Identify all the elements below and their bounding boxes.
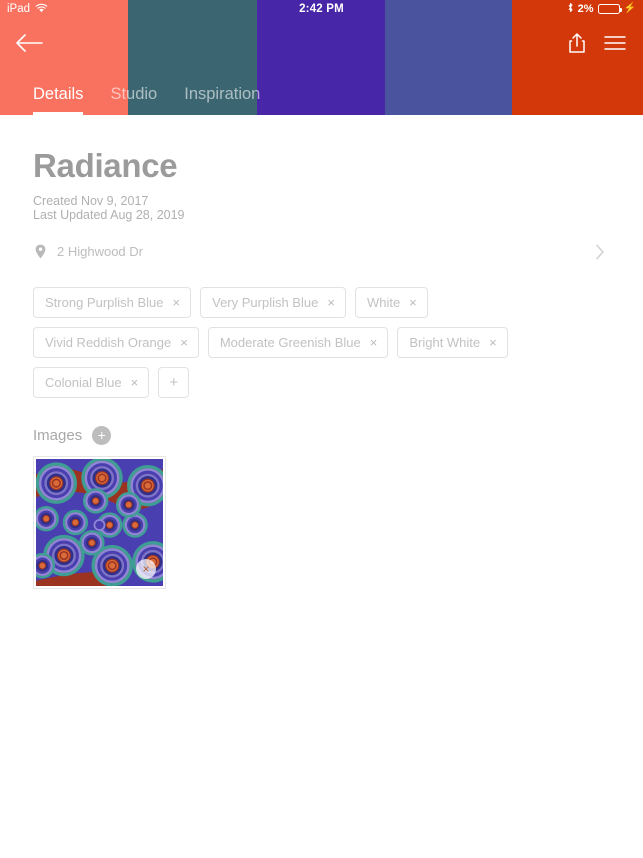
color-tag-label: Vivid Reddish Orange	[45, 334, 172, 350]
tab-inspiration[interactable]: Inspiration	[184, 85, 260, 115]
navigation-bar	[0, 18, 643, 68]
color-tag-chip[interactable]: White ×	[354, 286, 428, 318]
tab-details-label: Details	[33, 85, 84, 103]
close-icon[interactable]: ×	[409, 296, 417, 309]
app-header: iPad 2:42 PM 2% ⚡ Details Studio Inspira…	[0, 0, 643, 115]
color-tag-chip[interactable]: Moderate Greenish Blue ×	[207, 326, 389, 358]
color-tag-chip[interactable]: Strong Purplish Blue ×	[33, 286, 192, 318]
images-section-header: Images +	[33, 425, 610, 445]
color-tag-label: Bright White	[409, 334, 481, 350]
menu-button[interactable]	[604, 34, 626, 52]
close-icon[interactable]: ×	[131, 376, 139, 389]
plus-icon: +	[97, 427, 106, 444]
color-tag-chip[interactable]: Bright White ×	[397, 326, 508, 358]
status-bar: iPad 2:42 PM 2% ⚡	[0, 0, 643, 18]
map-pin-icon	[33, 244, 47, 259]
status-bar-time: 2:42 PM	[299, 3, 344, 15]
battery-icon	[597, 4, 622, 14]
back-button[interactable]	[0, 32, 44, 54]
close-icon[interactable]: ×	[173, 296, 181, 309]
share-button[interactable]	[568, 32, 586, 54]
add-color-tag-button[interactable]: +	[158, 366, 190, 398]
tab-inspiration-label: Inspiration	[184, 85, 261, 103]
hamburger-menu-icon	[604, 36, 626, 56]
close-icon[interactable]: ×	[180, 336, 188, 349]
close-icon[interactable]: ×	[489, 336, 497, 349]
location-address: 2 Highwood Dr	[57, 244, 143, 260]
spiral-artwork-thumbnail[interactable]: ×	[33, 455, 166, 589]
close-icon[interactable]: ×	[327, 296, 335, 309]
plus-icon: +	[169, 373, 179, 391]
details-panel: Radiance Created Nov 9, 2017 Last Update…	[0, 147, 643, 589]
tab-studio[interactable]: Studio	[110, 85, 157, 115]
color-tag-label: Strong Purplish Blue	[45, 294, 164, 310]
color-tag-list: Strong Purplish Blue × Very Purplish Blu…	[33, 286, 553, 398]
location-row[interactable]: 2 Highwood Dr	[33, 239, 610, 265]
navigation-actions	[568, 32, 643, 54]
color-tag-chip[interactable]: Very Purplish Blue ×	[200, 286, 346, 318]
color-tag-label: Moderate Greenish Blue	[219, 334, 361, 350]
project-metadata: Created Nov 9, 2017 Last Updated Aug 28,…	[33, 194, 610, 223]
delete-image-button[interactable]: ×	[136, 558, 156, 579]
last-updated-date: Last Updated Aug 28, 2019	[33, 208, 185, 223]
images-section-label: Images	[33, 426, 83, 444]
image-thumbnail-grid: ×	[33, 455, 610, 589]
color-tag-label: Very Purplish Blue	[212, 294, 319, 310]
close-icon[interactable]: ×	[370, 336, 378, 349]
color-tag-label: Colonial Blue	[45, 374, 122, 390]
tab-studio-label: Studio	[110, 85, 158, 103]
close-icon: ×	[142, 561, 150, 576]
back-arrow-icon	[14, 34, 44, 58]
chevron-right-icon	[595, 244, 610, 260]
created-date: Created Nov 9, 2017	[33, 193, 149, 208]
tab-details[interactable]: Details	[33, 85, 84, 115]
add-image-button[interactable]: +	[92, 425, 112, 445]
color-tag-label: White	[366, 294, 401, 310]
page-title: Radiance	[33, 147, 178, 184]
color-tag-chip[interactable]: Colonial Blue ×	[33, 366, 150, 398]
share-icon	[568, 33, 586, 58]
color-tag-chip[interactable]: Vivid Reddish Orange ×	[33, 326, 199, 358]
tab-bar: Details Studio Inspiration	[0, 75, 643, 115]
